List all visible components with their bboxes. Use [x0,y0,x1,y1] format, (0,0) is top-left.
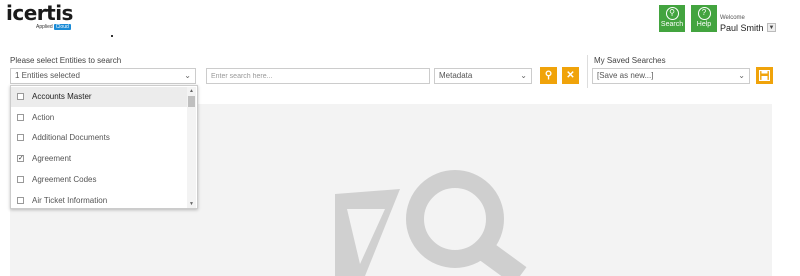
search-watermark-icon [335,170,527,276]
checkbox[interactable] [17,196,24,204]
dropdown-scrollbar[interactable]: ▲ ▼ [187,87,196,208]
chevron-down-icon: ⌄ [738,71,745,80]
checkbox[interactable] [17,113,24,121]
checkbox[interactable] [17,93,24,100]
entity-option[interactable]: Agreement Codes [11,170,187,190]
search-nav-label: Search [660,21,684,28]
entity-option-label: Agreement [32,154,72,164]
help-nav-label: Help [696,21,712,28]
search-icon: ⚲ [665,7,679,20]
entity-option[interactable]: Additional Documents [11,128,187,148]
entity-option-label: Agreement Codes [32,174,97,184]
chevron-down-icon: ⌄ [520,71,527,80]
entity-option-label: Air Ticket Information [32,195,108,205]
entity-option[interactable]: Accounts Master [11,87,187,107]
checkbox[interactable] [17,134,24,142]
checkbox-checked[interactable]: ✓ [17,155,24,163]
save-icon [758,69,771,82]
saved-searches-label: My Saved Searches [594,56,666,65]
stray-dot [111,35,113,37]
entity-option-label: Additional Documents [32,133,110,143]
entities-select[interactable]: 1 Entities selected ⌄ [10,68,196,84]
scroll-down-icon[interactable]: ▼ [189,201,194,207]
entity-option[interactable]: Air Ticket Information [11,191,187,209]
logo-subtitle: Applied Cloud [36,24,71,30]
close-icon: ✕ [566,70,575,81]
entities-selected-value: 1 Entities selected [15,71,80,80]
help-nav-button[interactable]: ? Help [691,5,717,32]
saved-searches-select[interactable]: [Save as new...] ⌄ [592,68,750,84]
save-search-button[interactable] [756,67,773,84]
help-icon: ? [697,7,711,20]
metadata-select[interactable]: Metadata ⌄ [434,68,532,84]
search-go-button[interactable]: ⚲ [540,67,557,84]
page: icertis Applied Cloud ⚲ Search ? Help Wel… [0,0,800,276]
divider [587,55,588,88]
logo-sub-text: Applied [36,24,53,30]
chevron-down-icon: ⌄ [184,71,191,80]
entities-dropdown: Accounts Master Action Additional Document… [10,85,198,209]
icertis-logo: icertis Applied Cloud [6,1,73,34]
search-input[interactable] [206,68,430,84]
welcome-text: Welcome [720,15,745,21]
scroll-up-icon[interactable]: ▲ [189,88,194,94]
entity-option[interactable]: ✓ Agreement [11,149,187,169]
entities-label: Please select Entities to search [10,56,122,65]
search-icon: ⚲ [544,70,553,81]
user-name: Paul Smith [720,23,764,33]
clear-button[interactable]: ✕ [562,67,579,84]
saved-search-value: [Save as new...] [597,71,654,80]
entity-option-label: Action [32,112,55,122]
entity-option[interactable]: Action [11,108,187,128]
caret-down-icon[interactable]: ▼ [767,23,776,32]
search-nav-button[interactable]: ⚲ Search [659,5,685,32]
entity-option-label: Accounts Master [32,92,92,101]
logo-badge: Cloud [53,24,71,30]
metadata-value: Metadata [439,71,473,80]
checkbox[interactable] [17,175,24,183]
scroll-thumb[interactable] [188,96,195,107]
logo-word: icertis [6,1,73,25]
